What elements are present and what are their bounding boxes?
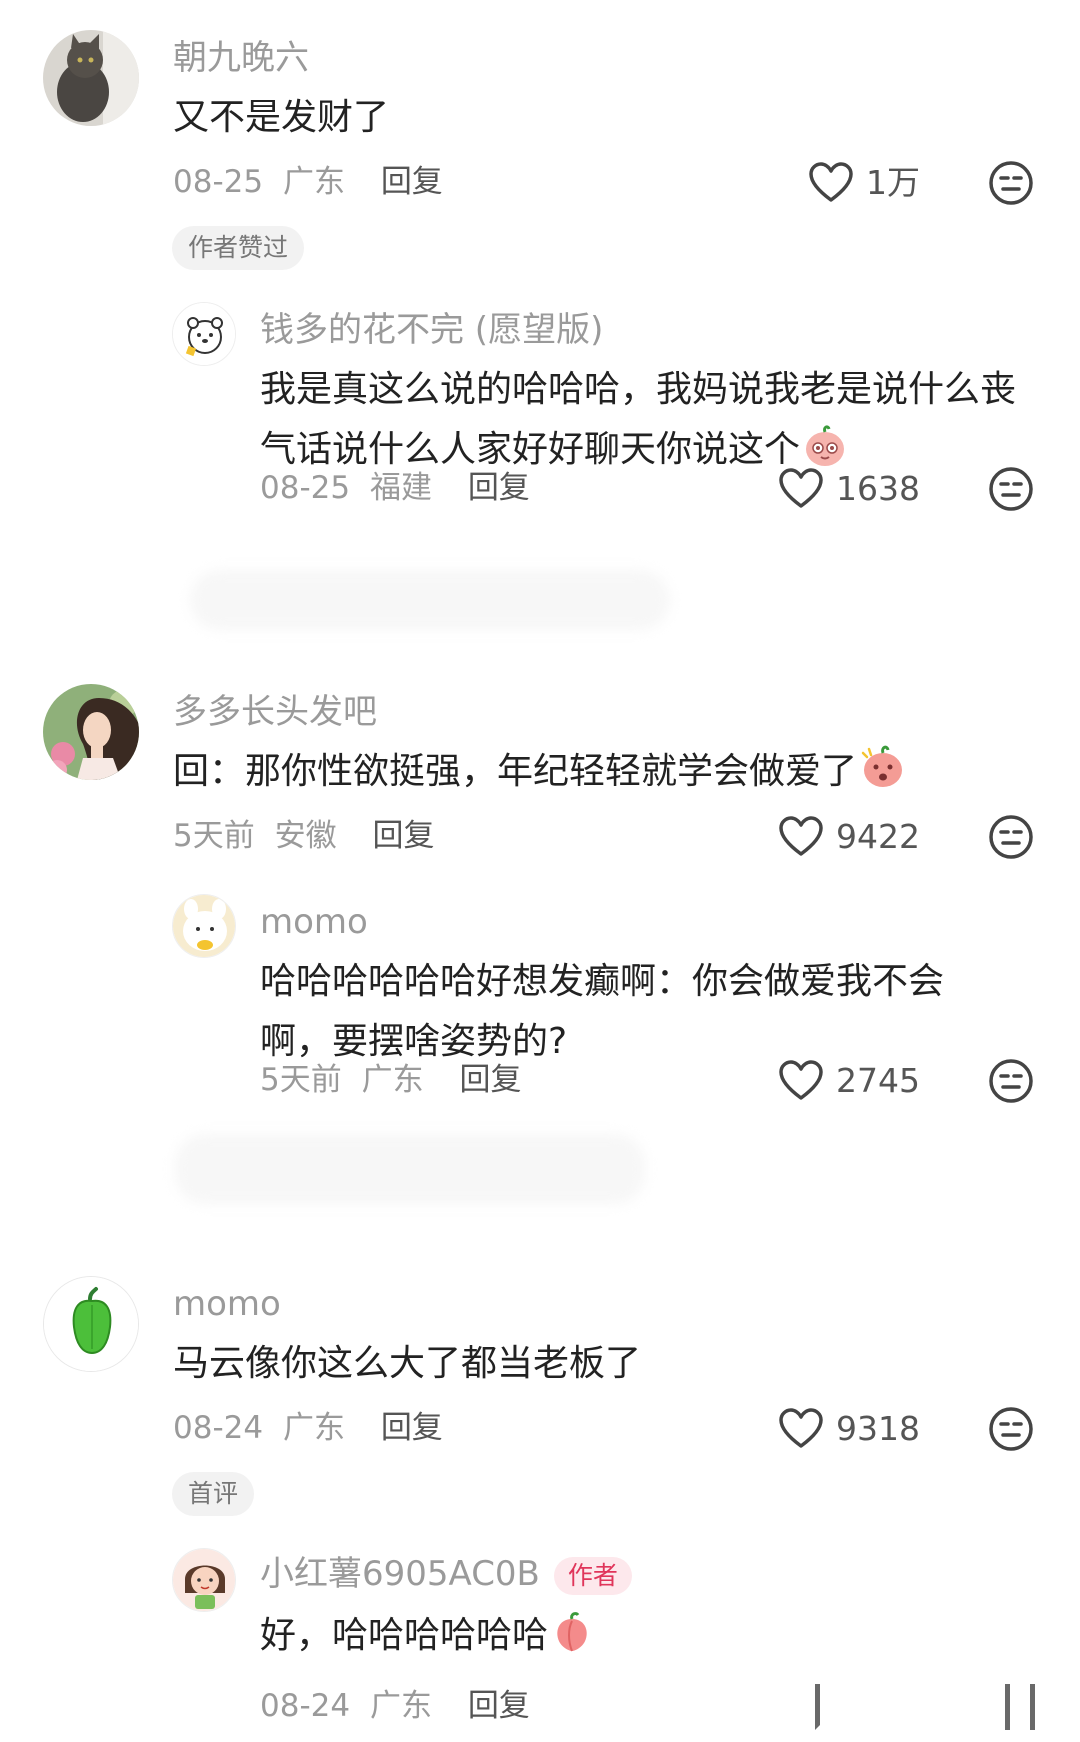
like-count: 2745 [836,1061,920,1100]
author-liked-badge: 作者赞过 [172,226,305,270]
reply-meta: 08-24 广东 回复 [260,1686,530,1726]
comment-meta: 5天前 安徽 回复 [173,816,434,856]
like-button[interactable]: 9422 [778,816,920,858]
like-count: 1638 [836,469,920,508]
reply-text: 好，哈哈哈哈哈哈 [260,1606,594,1666]
cat-avatar[interactable] [43,30,139,126]
comment-meta: 08-25 广东 回复 [173,162,443,202]
dislike-button-partial[interactable] [1005,1684,1035,1730]
collapsed-replies-placeholder [175,1134,645,1204]
reply-button[interactable]: 回复 [468,1688,530,1724]
reply-button[interactable]: 回复 [381,164,443,200]
girl-avatar[interactable] [172,1548,236,1612]
comment-meta: 08-24 广东 回复 [173,1408,443,1448]
comment-location: 广东 [282,164,345,200]
dislike-face-icon[interactable] [988,160,1034,206]
comment-username[interactable]: momo [173,1284,281,1324]
dislike-face-icon[interactable] [988,814,1034,860]
bear-avatar[interactable] [172,302,236,366]
reply-date: 5天前 [260,1062,342,1098]
reply-location: 广东 [369,1688,432,1724]
like-button-partial[interactable] [815,1684,855,1730]
dislike-face-icon[interactable] [988,1406,1034,1452]
comment-text: 马云像你这么大了都当老板了 [173,1343,642,1384]
dislike-face-icon[interactable] [988,466,1034,512]
heart-outline-icon [779,1408,823,1448]
woman-avatar[interactable] [43,684,139,780]
reply-text: 我是真这么说的哈哈哈，我妈说我老是说什么丧气话说什么人家好好聊天你说这个 [260,369,1017,470]
like-button[interactable]: 1638 [778,468,920,510]
reply-button[interactable]: 回复 [381,1410,443,1446]
blush-emoji [806,425,845,466]
comment-location: 安徽 [274,818,337,854]
reply-location: 广东 [361,1062,424,1098]
peach-emoji [557,1612,587,1652]
like-button[interactable]: 1万 [808,162,920,204]
comment-text: 回：那你性欲挺强，年纪轻轻就学会做爱了 [173,742,907,802]
like-button[interactable]: 9318 [778,1408,920,1450]
author-badge: 作者 [553,1556,632,1595]
comment-username[interactable]: 多多长头发吧 [173,692,377,732]
reply-text: 哈哈哈哈哈哈好想发癫啊：你会做爱我不会啊，要摆啥姿势的? [260,961,945,1062]
bunny-avatar[interactable] [172,894,236,958]
reply-button[interactable]: 回复 [459,1062,521,1098]
first-comment-badge: 首评 [172,1472,255,1516]
reply-date: 08-24 [260,1688,351,1724]
comment-date: 08-25 [173,164,264,200]
heart-outline-icon [779,816,823,856]
comment-location: 广东 [282,1410,345,1446]
heart-outline-icon [779,1060,823,1100]
like-count: 9422 [836,817,920,856]
like-count: 9318 [836,1409,920,1448]
reply-button[interactable]: 回复 [372,818,434,854]
collapsed-replies-placeholder [190,570,670,630]
like-button[interactable]: 2745 [778,1060,920,1102]
pepper-avatar[interactable] [43,1276,139,1372]
dislike-face-icon[interactable] [988,1058,1034,1104]
reply-button[interactable]: 回复 [468,470,530,506]
heart-outline-icon [779,468,823,508]
comment-date: 5天前 [173,818,255,854]
reply-username-row: 小红薯6905AC0B 作者 [260,1554,632,1595]
reply-date: 08-25 [260,470,351,506]
like-count: 1万 [866,163,920,202]
shy-emoji [861,745,903,787]
reply-username[interactable]: momo [260,902,368,942]
heart-outline-icon [809,162,853,202]
comment-text: 又不是发财了 [173,97,390,138]
reply-location: 福建 [369,470,432,506]
reply-meta: 5天前 广东 回复 [260,1060,521,1100]
reply-username[interactable]: 小红薯6905AC0B [260,1554,540,1594]
reply-meta: 08-25 福建 回复 [260,468,530,508]
reply-username[interactable]: 钱多的花不完 (愿望版) [260,310,603,350]
comment-username[interactable]: 朝九晚六 [173,38,309,78]
comment-date: 08-24 [173,1410,264,1446]
